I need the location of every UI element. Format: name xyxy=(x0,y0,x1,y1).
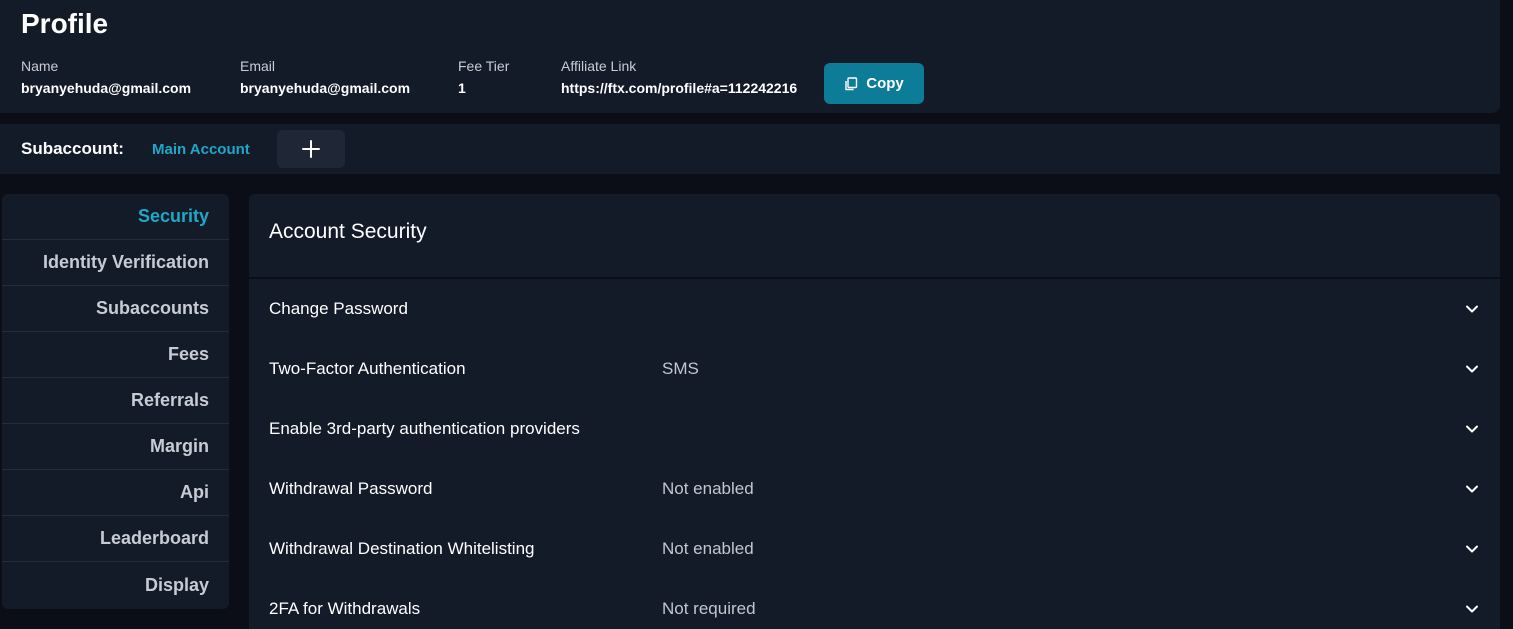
setting-label: Change Password xyxy=(269,299,408,318)
setting-value: Not required xyxy=(662,599,756,618)
section-title: Account Security xyxy=(269,220,427,243)
copy-icon xyxy=(845,76,858,90)
email-field: Email bryanyehuda@gmail.com xyxy=(240,58,410,97)
setting-row-change-password[interactable]: Change Password xyxy=(249,279,1500,339)
setting-label: Withdrawal Password xyxy=(269,479,433,498)
name-value: bryanyehuda@gmail.com xyxy=(21,80,192,96)
chevron-down-icon[interactable] xyxy=(1464,481,1480,497)
main-account-link[interactable]: Main Account xyxy=(152,141,250,158)
sidebar-item-identity-verification[interactable]: Identity Verification xyxy=(2,240,229,286)
setting-row-2fa-withdrawals[interactable]: 2FA for Withdrawals Not required xyxy=(249,579,1500,629)
affiliate-link-label: Affiliate Link xyxy=(561,58,637,74)
setting-label: Withdrawal Destination Whitelisting xyxy=(269,539,535,558)
plus-icon xyxy=(302,140,320,158)
chevron-down-icon[interactable] xyxy=(1464,301,1480,317)
name-label: Name xyxy=(21,58,59,74)
copy-button[interactable]: Copy xyxy=(824,63,924,104)
setting-label: Two-Factor Authentication xyxy=(269,359,466,378)
sidebar-item-subaccounts[interactable]: Subaccounts xyxy=(2,286,229,332)
sidebar-item-margin[interactable]: Margin xyxy=(2,424,229,470)
sidebar-nav: Security Identity Verification Subaccoun… xyxy=(2,194,229,609)
section-header: Account Security xyxy=(249,194,1500,277)
chevron-down-icon[interactable] xyxy=(1464,361,1480,377)
chevron-down-icon[interactable] xyxy=(1464,421,1480,437)
fee-tier-value: 1 xyxy=(458,80,466,96)
name-field: Name bryanyehuda@gmail.com xyxy=(21,58,191,97)
sidebar-item-leaderboard[interactable]: Leaderboard xyxy=(2,516,229,562)
profile-card: Profile Name bryanyehuda@gmail.com Email… xyxy=(0,0,1500,113)
fee-tier-field: Fee Tier 1 xyxy=(458,58,509,97)
setting-row-withdrawal-password[interactable]: Withdrawal Password Not enabled xyxy=(249,459,1500,519)
email-label: Email xyxy=(240,58,276,74)
chevron-down-icon[interactable] xyxy=(1464,541,1480,557)
fee-tier-label: Fee Tier xyxy=(458,58,510,74)
sidebar-item-display[interactable]: Display xyxy=(2,562,229,608)
setting-label: Enable 3rd-party authentication provider… xyxy=(269,419,580,438)
affiliate-link-field: Affiliate Link https://ftx.com/profile#a… xyxy=(561,58,797,97)
chevron-down-icon[interactable] xyxy=(1464,601,1480,617)
add-subaccount-button[interactable] xyxy=(277,130,345,168)
setting-value: Not enabled xyxy=(662,539,754,558)
copy-button-label: Copy xyxy=(866,75,904,92)
sidebar-item-security[interactable]: Security xyxy=(2,194,229,240)
sidebar-item-fees[interactable]: Fees xyxy=(2,332,229,378)
affiliate-link-value[interactable]: https://ftx.com/profile#a=112242216 xyxy=(561,80,797,97)
setting-value: SMS xyxy=(662,359,699,378)
setting-row-two-factor-authentication[interactable]: Two-Factor Authentication SMS xyxy=(249,339,1500,399)
page-title: Profile xyxy=(21,8,109,39)
sidebar-item-referrals[interactable]: Referrals xyxy=(2,378,229,424)
sidebar-item-api[interactable]: Api xyxy=(2,470,229,516)
setting-row-withdrawal-whitelisting[interactable]: Withdrawal Destination Whitelisting Not … xyxy=(249,519,1500,579)
security-settings-list: Change Password Two-Factor Authenticatio… xyxy=(249,279,1500,629)
email-value: bryanyehuda@gmail.com xyxy=(240,80,411,96)
setting-value: Not enabled xyxy=(662,479,754,498)
setting-row-third-party-auth[interactable]: Enable 3rd-party authentication provider… xyxy=(249,399,1500,459)
subaccount-bar: Subaccount: Main Account xyxy=(0,124,1500,174)
subaccount-label: Subaccount: xyxy=(21,139,124,158)
setting-label: 2FA for Withdrawals xyxy=(269,599,421,618)
